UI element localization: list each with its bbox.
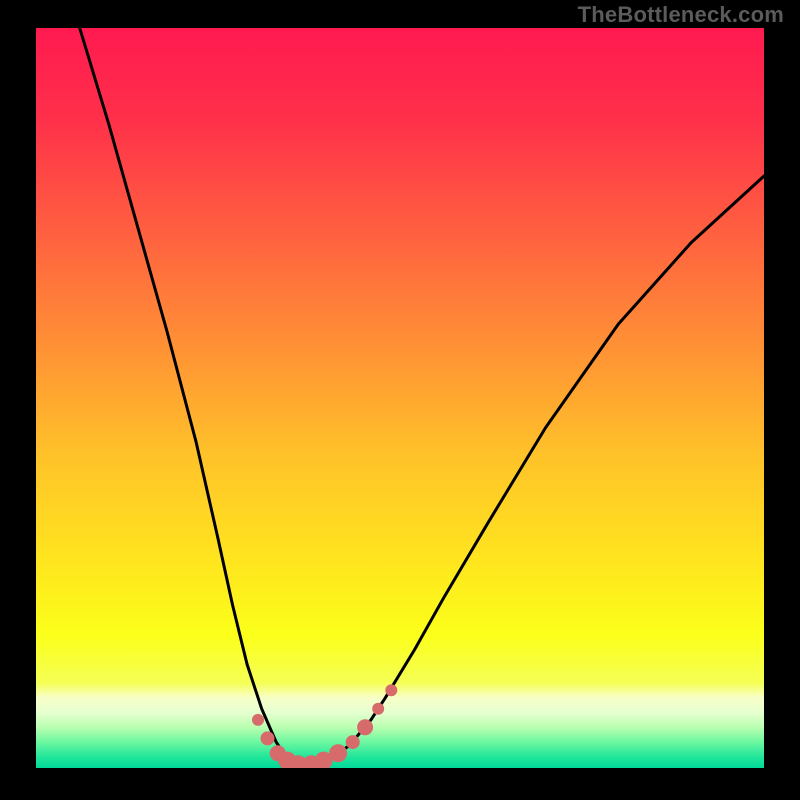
highlight-dot [346, 735, 360, 749]
highlight-dot [252, 714, 264, 726]
outer-frame: TheBottleneck.com [0, 0, 800, 800]
bottleneck-curve [80, 28, 764, 765]
highlight-dot [329, 744, 347, 762]
highlight-dot [385, 684, 397, 696]
highlight-dot [372, 703, 384, 715]
plot-area [36, 28, 764, 768]
highlight-dot [357, 719, 373, 735]
highlight-dot [261, 731, 275, 745]
chart-svg [36, 28, 764, 768]
watermark-text: TheBottleneck.com [578, 2, 784, 28]
